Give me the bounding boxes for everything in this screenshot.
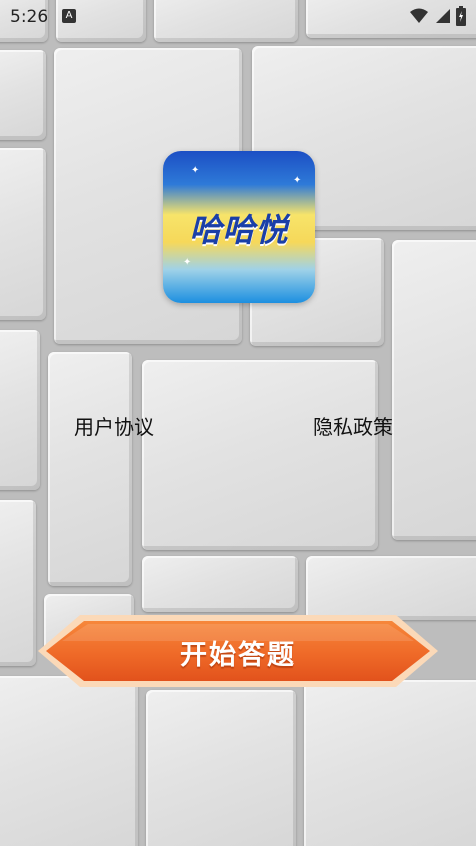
status-time: 5:26 bbox=[10, 7, 49, 27]
status-bar: 5:26 A bbox=[0, 0, 476, 34]
notification-badge: A bbox=[62, 9, 76, 23]
start-quiz-button[interactable]: 开始答题 bbox=[36, 613, 440, 689]
app-logo: ✦ ✦ ✦ 哈哈悦 bbox=[163, 151, 315, 303]
sparkle-icon: ✦ bbox=[183, 257, 192, 268]
sparkle-icon: ✦ bbox=[293, 175, 302, 186]
status-icons bbox=[410, 6, 466, 30]
sparkle-icon: ✦ bbox=[191, 165, 200, 176]
wifi-icon bbox=[410, 8, 428, 28]
privacy-policy-link[interactable]: 隐私政策 bbox=[313, 411, 393, 440]
start-button-label: 开始答题 bbox=[180, 640, 296, 671]
signal-icon bbox=[434, 8, 450, 28]
stone-wall-background bbox=[0, 0, 476, 846]
battery-icon bbox=[456, 6, 466, 30]
app-logo-text: 哈哈悦 bbox=[189, 211, 289, 249]
user-agreement-link[interactable]: 用户协议 bbox=[74, 411, 154, 440]
